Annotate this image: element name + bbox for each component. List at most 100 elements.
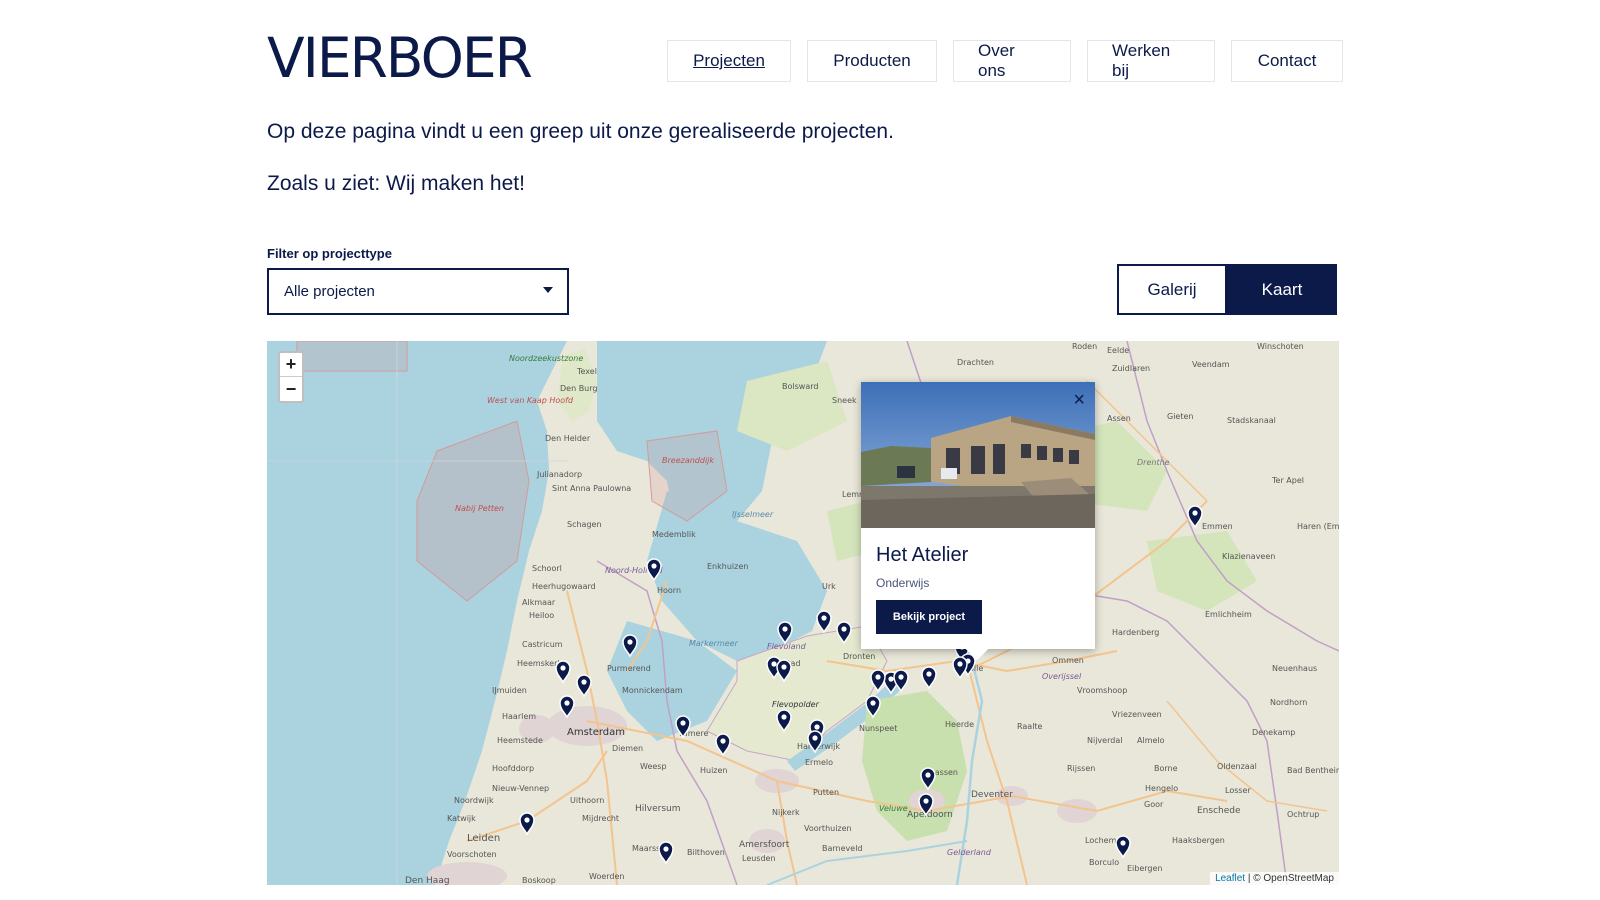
map-pin-dot	[814, 724, 820, 730]
map-label: Sint Anna Paulowna	[552, 484, 631, 493]
nav-producten[interactable]: Producten	[807, 40, 937, 82]
map-pin-dot	[888, 676, 894, 682]
map-label: Sneek	[832, 396, 857, 405]
nav-werken-bij[interactable]: Werken bij	[1087, 40, 1215, 82]
map-pin-dot	[663, 846, 669, 852]
map-label: Ochtrup	[1287, 810, 1319, 819]
map-label: Diemen	[612, 744, 643, 753]
map-label: Enkhuizen	[707, 562, 748, 571]
map-label: Noordwijk	[454, 796, 494, 805]
map-label: Bilthoven	[687, 848, 725, 857]
map-label: Heiloo	[529, 611, 554, 620]
map-label: Woerden	[589, 872, 624, 881]
map-label: Hoofddorp	[492, 764, 534, 773]
map-label: Huizen	[700, 766, 728, 775]
map-label: Barneveld	[822, 844, 863, 853]
map-label: Vriezenveen	[1112, 710, 1162, 719]
map-pin-dot	[564, 700, 570, 706]
map-label: Klazienaveen	[1222, 552, 1275, 561]
map-label: Hengelo	[1145, 784, 1178, 793]
osm-attribution[interactable]: | © OpenStreetMap	[1245, 873, 1334, 884]
map-label: IJsselmeer	[732, 510, 774, 519]
map-label: Oldenzaal	[1217, 762, 1257, 771]
map-label: Zuidlaren	[1112, 364, 1150, 373]
map-label: Schagen	[567, 520, 602, 529]
leaflet-link[interactable]: Leaflet	[1215, 873, 1245, 884]
map-pin-dot	[957, 661, 963, 667]
map-label: Nordhorn	[1270, 698, 1307, 707]
map-label: Hoorn	[657, 586, 681, 595]
map-pin-dot	[1120, 840, 1126, 846]
popup-title: Het Atelier	[876, 544, 969, 566]
project-type-select[interactable]: Alle projecten	[267, 268, 569, 315]
map-label: Mijdrecht	[582, 814, 619, 823]
zoom-control: + −	[278, 351, 304, 403]
intro-text: Op deze pagina vindt u een greep uit onz…	[267, 120, 894, 143]
map-label: Drenthe	[1137, 458, 1170, 467]
map-label: Emlichheim	[1205, 610, 1252, 619]
view-project-button[interactable]: Bekijk project	[876, 600, 982, 634]
vierboer-logo[interactable]: VIERBOER	[267, 26, 533, 90]
map-label: Apeldoorn	[907, 810, 953, 820]
map-label: Voorthuizen	[804, 824, 852, 833]
map-pin-dot	[898, 674, 904, 680]
map-pin-dot	[870, 700, 876, 706]
map-label: Veluwe	[879, 804, 908, 813]
map-label: Den Haag	[405, 876, 450, 885]
map-label: Vroomshoop	[1077, 686, 1127, 695]
project-popup: × Het Atelier Onderwijs Bekijk project	[861, 382, 1095, 661]
map-pin-dot	[627, 639, 633, 645]
map-label: Boskoop	[522, 876, 556, 885]
zoom-out-button[interactable]: −	[280, 377, 302, 401]
map-label: Stadskanaal	[1227, 416, 1276, 425]
map-label: Nabij Petten	[455, 504, 504, 513]
map-label: Borculo	[1089, 858, 1119, 867]
map-label: Nieuw-Vennep	[492, 784, 549, 793]
map-label: Heerhugowaard	[532, 582, 596, 591]
map-label: Enschede	[1197, 806, 1241, 816]
nav-projecten[interactable]: Projecten	[667, 40, 791, 82]
map-label: Voorschoten	[447, 850, 497, 859]
map-label: Amersfoort	[739, 840, 790, 850]
map-label: Goor	[1144, 800, 1164, 809]
map-label: Den Burg	[560, 384, 597, 393]
map-label: Lochem	[1085, 836, 1117, 845]
map-label: Deventer	[971, 790, 1013, 800]
map-label: Heerde	[945, 720, 974, 729]
map-label: Castricum	[522, 640, 563, 649]
caret-down-icon	[543, 287, 553, 293]
map-pin-dot	[771, 661, 777, 667]
nav-over-ons[interactable]: Over ons	[953, 40, 1071, 82]
map-label: Denekamp	[1252, 728, 1295, 737]
intro-tagline: Zoals u ziet: Wij maken het!	[267, 172, 525, 195]
map-label: Gieten	[1167, 412, 1193, 421]
project-map[interactable]: Noordzeekustzone Texel Den Burg West van…	[267, 341, 1339, 885]
zoom-in-button[interactable]: +	[280, 353, 302, 377]
map-pin-dot	[875, 674, 881, 680]
close-icon[interactable]: ×	[1073, 390, 1085, 410]
map-pin-dot	[581, 679, 587, 685]
map-label: IJmuiden	[492, 686, 527, 695]
nav-contact[interactable]: Contact	[1231, 40, 1343, 82]
map-label: Dronten	[843, 652, 875, 661]
map-view-button[interactable]: Kaart	[1227, 264, 1337, 315]
map-label: Flevopolder	[772, 700, 820, 709]
map-label: Hardenberg	[1112, 628, 1159, 637]
map-label: Almelo	[1137, 736, 1165, 745]
map-pin-dot	[680, 720, 686, 726]
map-label: Urk	[822, 582, 836, 591]
map-label: Nijkerk	[772, 808, 800, 817]
filter-label: Filter op projecttype	[267, 246, 392, 261]
map-pin-dot	[821, 615, 827, 621]
map-pin-dot	[782, 626, 788, 632]
map-pin-dot	[524, 817, 530, 823]
map-pin-dot	[651, 563, 657, 569]
map-pin-dot	[720, 738, 726, 744]
map-pin-dot	[781, 714, 787, 720]
map-label: Veendam	[1192, 360, 1230, 369]
map-label: Noordzeekustzone	[509, 354, 583, 363]
map-label: Rijssen	[1067, 764, 1095, 773]
project-photo	[861, 382, 1095, 528]
gallery-view-button[interactable]: Galerij	[1117, 264, 1227, 315]
map-label: Assen	[1107, 414, 1131, 423]
